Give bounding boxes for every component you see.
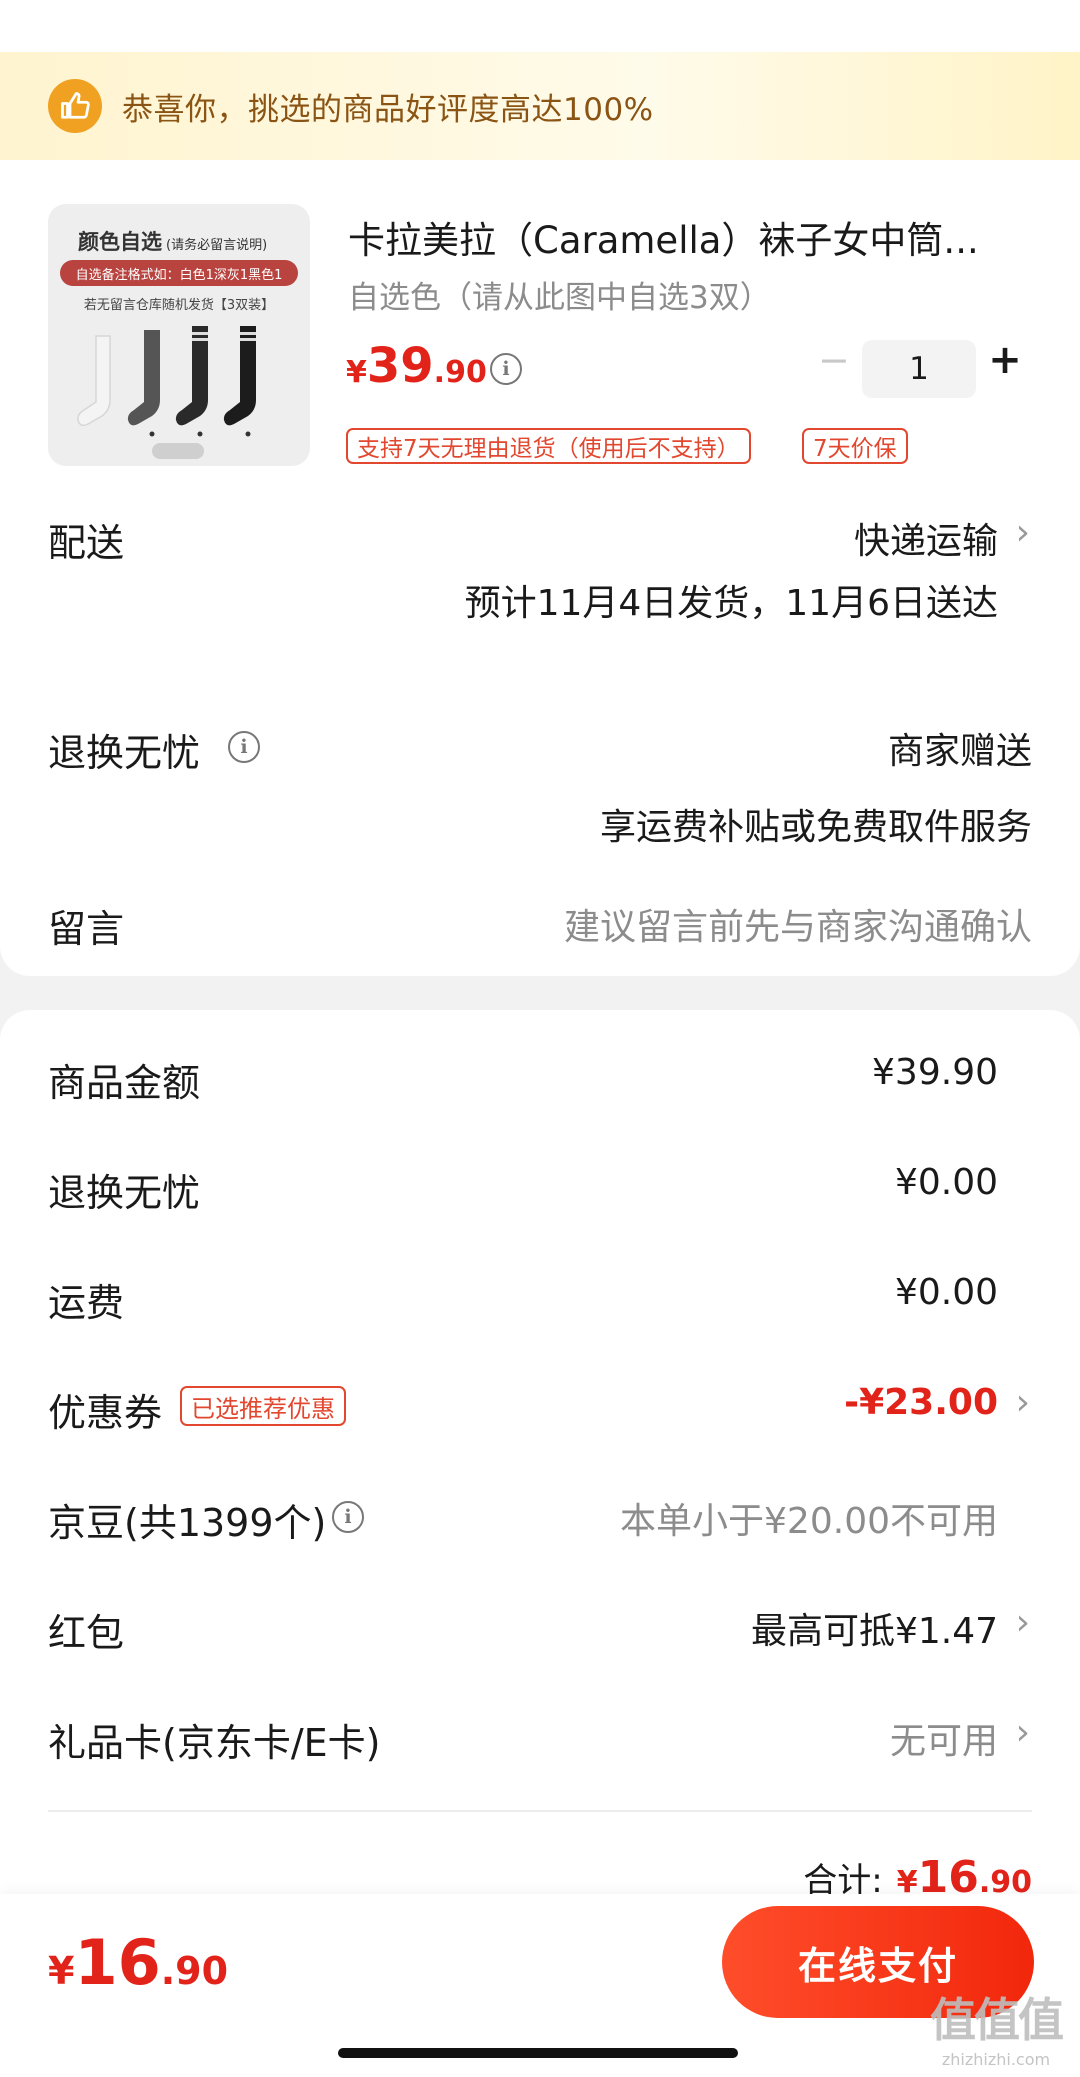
product-title[interactable]: 卡拉美拉（Caramella）袜子女中筒...: [348, 210, 1008, 264]
gift-card-value[interactable]: 无可用: [890, 1712, 998, 1764]
red-packet-value[interactable]: 最高可抵¥1.47: [751, 1602, 998, 1654]
banner-text: 恭喜你，挑选的商品好评度高达100%: [122, 91, 654, 128]
jingdou-info-icon[interactable]: i: [332, 1501, 364, 1533]
watermark-site: zhizhizhi.com: [941, 2050, 1051, 2069]
quantity-plus-button[interactable]: +: [988, 340, 1022, 380]
gift-card-chevron-icon[interactable]: ›: [1016, 1712, 1030, 1753]
message-input[interactable]: 建议留言前先与商家沟通确认: [564, 898, 1032, 950]
delivery-label: 配送: [48, 521, 125, 565]
socks-illustration: [77, 326, 256, 459]
quantity-value[interactable]: 1: [862, 340, 976, 398]
jingdou-value: 本单小于¥20.00不可用: [620, 1501, 998, 1542]
price-integer: 39: [366, 338, 434, 394]
price-currency: ¥: [346, 355, 367, 390]
message-label: 留言: [48, 907, 125, 951]
goods-amount-value: ¥39.90: [872, 1052, 998, 1093]
returns-sub: 享运费补贴或免费取件服务: [599, 807, 1032, 848]
product-price: ¥ 39 .90: [346, 338, 487, 394]
coupon-tag: 已选推荐优惠: [180, 1386, 346, 1426]
summary-divider: [48, 1810, 1032, 1812]
bottom-decimal: .90: [160, 1949, 229, 1993]
returns-label: 退换无忧: [48, 731, 201, 775]
praise-banner: 恭喜你，挑选的商品好评度高达100%: [0, 52, 1080, 160]
thumbs-up-icon: [48, 79, 102, 133]
delivery-method[interactable]: 快递运输: [854, 512, 998, 564]
coupon-value[interactable]: -¥23.00: [844, 1382, 998, 1423]
image-red-bar: 自选备注格式如：白色1深灰1黑色1: [60, 260, 298, 286]
coupon-chevron-icon[interactable]: ›: [1016, 1382, 1030, 1423]
price-protect-tag: 7天价保: [802, 428, 908, 464]
image-heading-note: (请务必留言说明): [166, 238, 268, 253]
shipping-value: ¥0.00: [894, 1272, 998, 1313]
status-bar-area: [0, 0, 1080, 52]
returns-info-icon[interactable]: i: [228, 731, 260, 763]
watermark-logo: 值值值: [930, 1993, 1064, 2047]
returns-fee-label: 退换无忧: [48, 1171, 201, 1215]
bottom-currency: ¥: [48, 1949, 75, 1993]
returns-value: 商家赠送: [887, 731, 1032, 772]
red-packet-chevron-icon[interactable]: ›: [1016, 1602, 1030, 1643]
price-info-icon[interactable]: i: [490, 353, 522, 385]
gift-card-label: 礼品卡(京东卡/E卡): [48, 1721, 381, 1765]
bottom-total: ¥ 16 .90: [48, 1926, 228, 1999]
price-decimal: .90: [433, 355, 487, 390]
product-image[interactable]: 颜色自选 (请务必留言说明) 自选备注格式如：白色1深灰1黑色1 若无留言仓库随机…: [48, 204, 310, 466]
delivery-chevron-icon[interactable]: ›: [1016, 512, 1030, 553]
coupon-label: 优惠券: [48, 1391, 163, 1435]
bottom-integer: 16: [74, 1926, 161, 1999]
quantity-minus-button[interactable]: −: [818, 341, 850, 379]
delivery-estimate: 预计11月4日发货，11月6日送达: [464, 583, 998, 624]
shipping-label: 运费: [48, 1281, 125, 1325]
watermark: 值值值 zhizhizhi.com: [930, 1984, 1064, 2069]
goods-amount-label: 商品金额: [48, 1061, 201, 1105]
red-packet-label: 红包: [48, 1611, 125, 1655]
home-indicator[interactable]: [338, 2048, 738, 2058]
image-note: 若无留言仓库随机发货【3双装】: [83, 298, 275, 313]
jingdou-label: 京豆(共1399个): [48, 1501, 327, 1545]
returns-fee-value: ¥0.00: [894, 1162, 998, 1203]
image-heading: 颜色自选: [78, 230, 162, 254]
product-spec[interactable]: 自选色（请从此图中自选3双）: [348, 272, 771, 317]
return-policy-tag: 支持7天无理由退货（使用后不支持）: [346, 428, 751, 464]
